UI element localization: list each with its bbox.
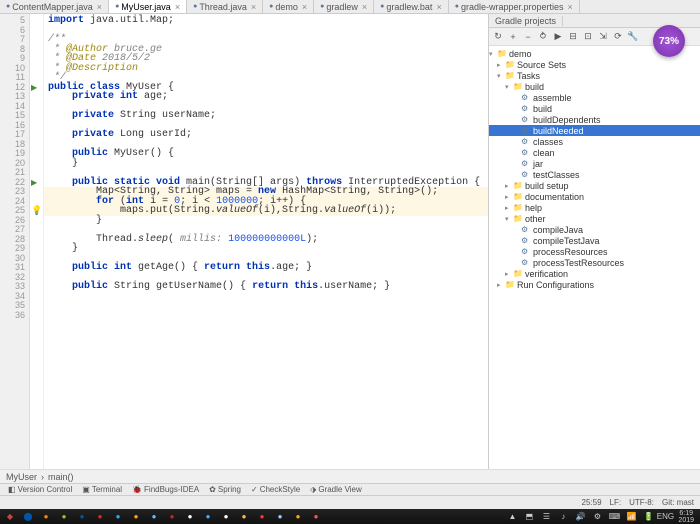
gradle-toolbar-button[interactable]: − <box>521 30 535 44</box>
taskbar-app-icon[interactable]: ◆ <box>2 510 18 523</box>
line-separator[interactable]: LF: <box>610 498 622 507</box>
taskbar-app-icon[interactable]: ● <box>146 510 162 523</box>
gradle-tree-item[interactable]: ▸📁verification <box>489 268 700 279</box>
gradle-tree-item[interactable]: ⚙assemble <box>489 92 700 103</box>
os-taskbar: ◆⬤●●●●●●●●●●●●●●●●▲⬒☰♪🔊⚙⌨📶🔋ENG6:19 2019 <box>0 509 700 524</box>
gradle-toolbar-button[interactable]: ▶ <box>551 30 565 44</box>
tool-window-tab[interactable]: ✿Spring <box>205 485 245 494</box>
taskbar-app-icon[interactable]: ● <box>92 510 108 523</box>
tray-icon[interactable]: ENG <box>657 510 673 523</box>
taskbar-app-icon[interactable]: ● <box>110 510 126 523</box>
code-area[interactable]: import java.util.Map; /** * @Author bruc… <box>44 14 488 469</box>
gradle-toolbar-button[interactable]: ⟳ <box>611 30 625 44</box>
line-gutter: 5678910111213141516171819202122232425262… <box>0 14 30 469</box>
gradle-tree-item[interactable]: ⚙classes <box>489 136 700 147</box>
git-branch[interactable]: Git: mast <box>662 498 694 507</box>
taskbar-app-icon[interactable]: ● <box>254 510 270 523</box>
gradle-tree-item[interactable]: ▾📁build <box>489 81 700 92</box>
breadcrumb-item[interactable]: main() <box>48 472 74 482</box>
taskbar-app-icon[interactable]: ● <box>218 510 234 523</box>
tray-icon[interactable]: 🔋 <box>640 510 656 523</box>
gradle-tree-item[interactable]: ▸📁Source Sets <box>489 59 700 70</box>
gradle-toolbar-button[interactable]: ⇲ <box>596 30 610 44</box>
taskbar-app-icon[interactable]: ● <box>236 510 252 523</box>
editor-tab[interactable]: ●ContentMapper.java× <box>0 0 109 13</box>
taskbar-app-icon[interactable]: ● <box>290 510 306 523</box>
taskbar-app-icon[interactable]: ● <box>182 510 198 523</box>
tool-window-tab[interactable]: ⬗Gradle View <box>306 485 366 494</box>
taskbar-app-icon[interactable]: ● <box>56 510 72 523</box>
tray-icon[interactable]: ▲ <box>504 510 520 523</box>
tray-icon[interactable]: ☰ <box>538 510 554 523</box>
breadcrumb-item[interactable]: MyUser <box>6 472 37 482</box>
taskbar-app-icon[interactable]: ● <box>200 510 216 523</box>
editor-pane: 5678910111213141516171819202122232425262… <box>0 14 488 469</box>
tray-icon[interactable]: ⚙ <box>589 510 605 523</box>
taskbar-app-icon[interactable]: ● <box>128 510 144 523</box>
run-gutter-icon[interactable]: ▶ <box>31 178 37 187</box>
taskbar-app-icon[interactable]: ● <box>74 510 90 523</box>
profiler-badge[interactable]: 73% <box>653 25 685 57</box>
tool-window-tab[interactable]: ◧Version Control <box>4 485 76 494</box>
status-bar: 25:59 LF: UTF-8: Git: mast <box>0 495 700 509</box>
tray-icon[interactable]: ⬒ <box>521 510 537 523</box>
tool-window-tab[interactable]: ✓CheckStyle <box>247 485 304 494</box>
gutter-marks: ▶ ▶ 💡 <box>30 14 44 469</box>
gradle-projects-tab[interactable]: Gradle projects <box>489 16 563 26</box>
tool-window-tab[interactable]: 🐞FindBugs-IDEA <box>128 485 203 494</box>
gradle-toolbar-button[interactable]: ⊟ <box>566 30 580 44</box>
gradle-tree-item[interactable]: ▾📁other <box>489 213 700 224</box>
tray-icon[interactable]: ⌨ <box>606 510 622 523</box>
taskbar-app-icon[interactable]: ⬤ <box>20 510 36 523</box>
gradle-tree-item[interactable]: ⚙buildNeeded <box>489 125 700 136</box>
tool-window-tab[interactable]: ▣Terminal <box>78 485 126 494</box>
editor-tab[interactable]: ●demo× <box>263 0 314 13</box>
taskbar-app-icon[interactable]: ● <box>164 510 180 523</box>
gradle-tree-item[interactable]: ⚙compileTestJava <box>489 235 700 246</box>
editor-tab[interactable]: ●Thread.java× <box>187 0 263 13</box>
gradle-tree-item[interactable]: ⚙clean <box>489 147 700 158</box>
gradle-toolbar-button[interactable]: ↻ <box>491 30 505 44</box>
gradle-tree-item[interactable]: ▸📁help <box>489 202 700 213</box>
gradle-toolbar-button[interactable]: ⥁ <box>536 30 550 44</box>
editor-tab[interactable]: ●gradlew× <box>314 0 374 13</box>
gradle-toolbar-button[interactable]: 🔧 <box>626 30 640 44</box>
gradle-tree-item[interactable]: ▾📁Tasks <box>489 70 700 81</box>
gradle-tree-item[interactable]: ⚙buildDependents <box>489 114 700 125</box>
intention-bulb-icon[interactable]: 💡 <box>31 205 42 216</box>
tray-icon[interactable]: 📶 <box>623 510 639 523</box>
gradle-tree-item[interactable]: ⚙testClasses <box>489 169 700 180</box>
gradle-tree-item[interactable]: ▸📁build setup <box>489 180 700 191</box>
gradle-tree: ▾📁demo▸📁Source Sets▾📁Tasks▾📁build⚙assemb… <box>489 46 700 469</box>
gradle-tree-item[interactable]: ▸📁documentation <box>489 191 700 202</box>
gradle-tree-item[interactable]: ⚙compileJava <box>489 224 700 235</box>
gradle-toolbar-button[interactable]: + <box>506 30 520 44</box>
caret-position: 25:59 <box>582 498 602 507</box>
editor-tab[interactable]: ●gradlew.bat× <box>374 0 449 13</box>
editor-tabs: ●ContentMapper.java×●MyUser.java×●Thread… <box>0 0 700 14</box>
tray-icon[interactable]: ♪ <box>555 510 571 523</box>
bottom-tool-tabs: ◧Version Control▣Terminal🐞FindBugs-IDEA✿… <box>0 483 700 495</box>
gradle-toolbar-button[interactable]: ⊡ <box>581 30 595 44</box>
tray-icon[interactable]: 🔊 <box>572 510 588 523</box>
editor-tab[interactable]: ●gradle-wrapper.properties× <box>449 0 580 13</box>
taskbar-clock[interactable]: 6:19 2019 <box>674 510 698 524</box>
gradle-panel: Gradle projects ↻+−⥁▶⊟⊡⇲⟳🔧 ▾📁demo▸📁Sourc… <box>488 14 700 469</box>
gradle-tree-item[interactable]: ⚙build <box>489 103 700 114</box>
run-gutter-icon[interactable]: ▶ <box>31 83 37 92</box>
gradle-tree-item[interactable]: ▸📁Run Configurations <box>489 279 700 290</box>
taskbar-app-icon[interactable]: ● <box>308 510 324 523</box>
gradle-tree-item[interactable]: ⚙jar <box>489 158 700 169</box>
encoding[interactable]: UTF-8: <box>629 498 654 507</box>
editor-tab[interactable]: ●MyUser.java× <box>109 0 187 13</box>
taskbar-app-icon[interactable]: ● <box>272 510 288 523</box>
gradle-tree-item[interactable]: ⚙processResources <box>489 246 700 257</box>
taskbar-app-icon[interactable]: ● <box>38 510 54 523</box>
breadcrumb: MyUser›main() <box>0 469 700 483</box>
gradle-tree-item[interactable]: ⚙processTestResources <box>489 257 700 268</box>
